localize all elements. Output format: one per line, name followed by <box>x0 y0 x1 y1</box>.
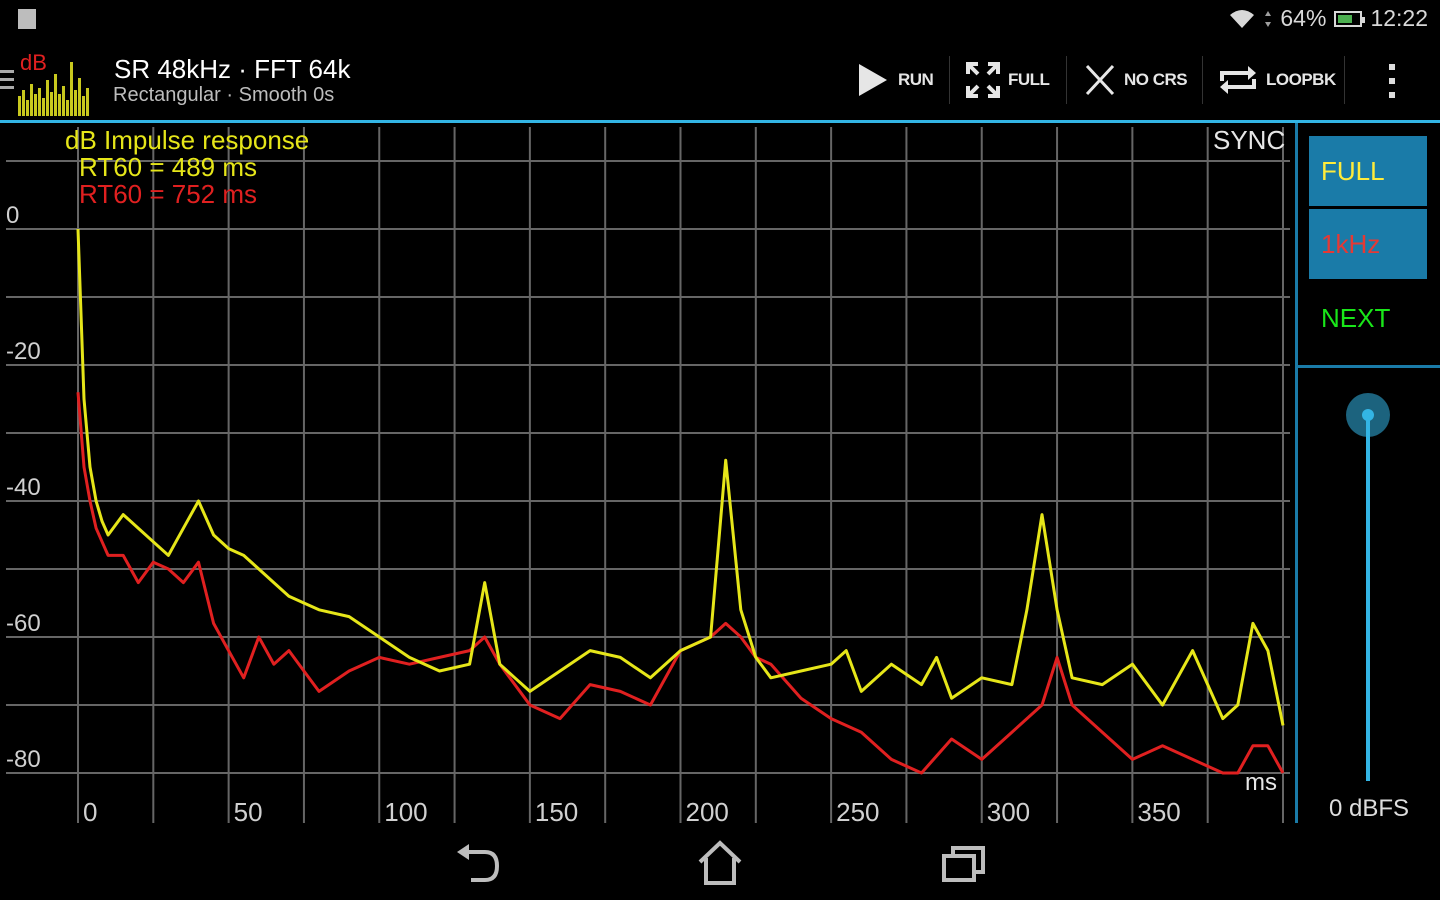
status-right: 64% 12:22 <box>1228 5 1428 32</box>
sync-label: SYNC <box>1213 125 1285 155</box>
x-tick-label: 200 <box>686 797 729 823</box>
no-crosshair-button[interactable]: NO CRS <box>1084 58 1188 102</box>
clock: 12:22 <box>1370 5 1428 31</box>
app-logo-text: dB <box>20 50 47 75</box>
app-logo-icon[interactable]: dB <box>0 44 95 116</box>
recent-apps-icon[interactable] <box>941 844 987 884</box>
play-icon <box>859 64 887 96</box>
status-bar: 64% 12:22 <box>0 0 1440 38</box>
axis-tick-labels: 0 -20 -40 -60 -80 0 50 100 150 200 250 300 350 <box>6 202 1181 823</box>
fullscreen-icon <box>966 62 1000 98</box>
next-label: NEXT <box>1321 302 1391 333</box>
rt60-yellow-label: RT60 = 489 ms <box>79 152 257 182</box>
loopbk-label: LOOPBK <box>1266 70 1336 89</box>
separator <box>949 56 950 104</box>
grid <box>6 127 1290 823</box>
y-tick-label: -20 <box>6 338 41 365</box>
x-tick-label: 300 <box>987 797 1030 823</box>
x-tick-label: 100 <box>384 797 427 823</box>
full-screen-button[interactable]: FULL <box>966 58 1050 102</box>
y-tick-label: 0 <box>6 202 19 229</box>
back-icon[interactable] <box>455 842 501 884</box>
impulse-response-plot[interactable]: 0 -20 -40 -60 -80 0 50 100 150 200 250 300 350 dB Im… <box>0 123 1295 823</box>
separator <box>1202 56 1203 104</box>
side-panel: FULL 1kHz NEXT 0 dBFS <box>1295 123 1440 829</box>
wifi-icon <box>1230 9 1255 28</box>
run-button[interactable]: RUN <box>856 58 934 102</box>
action-bar: dB SR 48kHz · FFT 64k Rectangular · Smoo… <box>0 38 1440 123</box>
x-tick-label: 150 <box>535 797 578 823</box>
y-tick-label: -40 <box>6 474 41 501</box>
battery-percent: 64% <box>1280 5 1327 31</box>
full-range-button[interactable]: FULL <box>1309 136 1427 206</box>
nocrs-label: NO CRS <box>1124 70 1188 89</box>
rt60-red-label: RT60 = 752 ms <box>79 179 257 209</box>
1khz-label: 1kHz <box>1321 228 1381 259</box>
battery-icon <box>1334 10 1366 27</box>
sample-rate-title: SR 48kHz · FFT 64k <box>114 54 351 84</box>
overflow-menu-icon[interactable] <box>1383 60 1401 102</box>
x-tick-label: 50 <box>234 797 263 823</box>
window-subtitle: Rectangular · Smooth 0s <box>113 84 335 106</box>
x-tick-label: 0 <box>83 797 97 823</box>
full-label: FULL <box>1008 70 1050 89</box>
plot-title: dB Impulse response <box>65 125 309 155</box>
loopback-button[interactable]: LOOPBK <box>1218 58 1336 102</box>
home-icon[interactable] <box>697 840 743 886</box>
y-tick-label: -60 <box>6 610 41 637</box>
notification-icon <box>18 9 36 29</box>
panel-divider <box>1295 365 1440 368</box>
separator <box>1066 56 1067 104</box>
1khz-button[interactable]: 1kHz <box>1309 209 1427 279</box>
next-button[interactable]: NEXT <box>1309 283 1427 353</box>
close-icon <box>1085 64 1115 96</box>
run-label: RUN <box>898 70 934 89</box>
full-range-label: FULL <box>1321 155 1385 186</box>
loop-icon <box>1220 66 1256 94</box>
level-slider-track[interactable] <box>1366 413 1370 781</box>
x-tick-label: 350 <box>1137 797 1180 823</box>
panel-border <box>1295 123 1298 823</box>
navigation-bar <box>0 826 1440 900</box>
x-unit-label: ms <box>1245 769 1277 796</box>
level-label: 0 dBFS <box>1329 795 1410 822</box>
level-slider-knob[interactable] <box>1346 393 1390 437</box>
signal-arrows-icon <box>1265 10 1272 27</box>
x-tick-label: 250 <box>836 797 879 823</box>
separator <box>1344 56 1345 104</box>
y-tick-label: -80 <box>6 746 41 773</box>
